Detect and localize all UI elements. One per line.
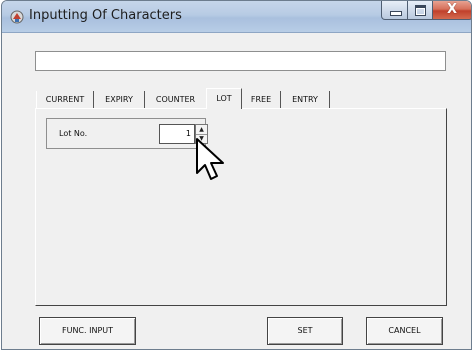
tab-lot[interactable]: LOT <box>206 88 242 109</box>
tab-counter[interactable]: COUNTER <box>145 91 207 109</box>
set-button[interactable]: SET <box>267 317 343 345</box>
maximize-button[interactable] <box>407 1 433 20</box>
lot-tab-panel: Lot No. 1 ▲ ▼ <box>35 108 447 306</box>
maximize-icon <box>415 5 426 16</box>
tab-current[interactable]: CURRENT <box>36 91 94 109</box>
close-button[interactable]: X <box>432 1 471 20</box>
func-input-button[interactable]: FUNC. INPUT <box>39 317 136 345</box>
character-input-field[interactable] <box>35 51 446 71</box>
lot-number-group: Lot No. 1 ▲ ▼ <box>46 118 208 149</box>
app-icon <box>10 10 24 24</box>
mouse-pointer-icon <box>196 138 224 180</box>
window-title: Inputting Of Characters <box>29 8 182 23</box>
lot-number-input[interactable]: 1 <box>159 124 195 144</box>
title-bar[interactable]: Inputting Of Characters X <box>2 1 471 33</box>
close-icon: X <box>447 2 458 17</box>
cancel-button[interactable]: CANCEL <box>366 317 443 345</box>
lot-number-label: Lot No. <box>59 129 88 138</box>
tab-free[interactable]: FREE <box>242 91 281 109</box>
tab-expiry[interactable]: EXPIRY <box>94 91 145 109</box>
minimize-icon <box>390 11 402 16</box>
minimize-button[interactable] <box>381 1 408 20</box>
tab-entry[interactable]: ENTRY <box>281 91 330 109</box>
